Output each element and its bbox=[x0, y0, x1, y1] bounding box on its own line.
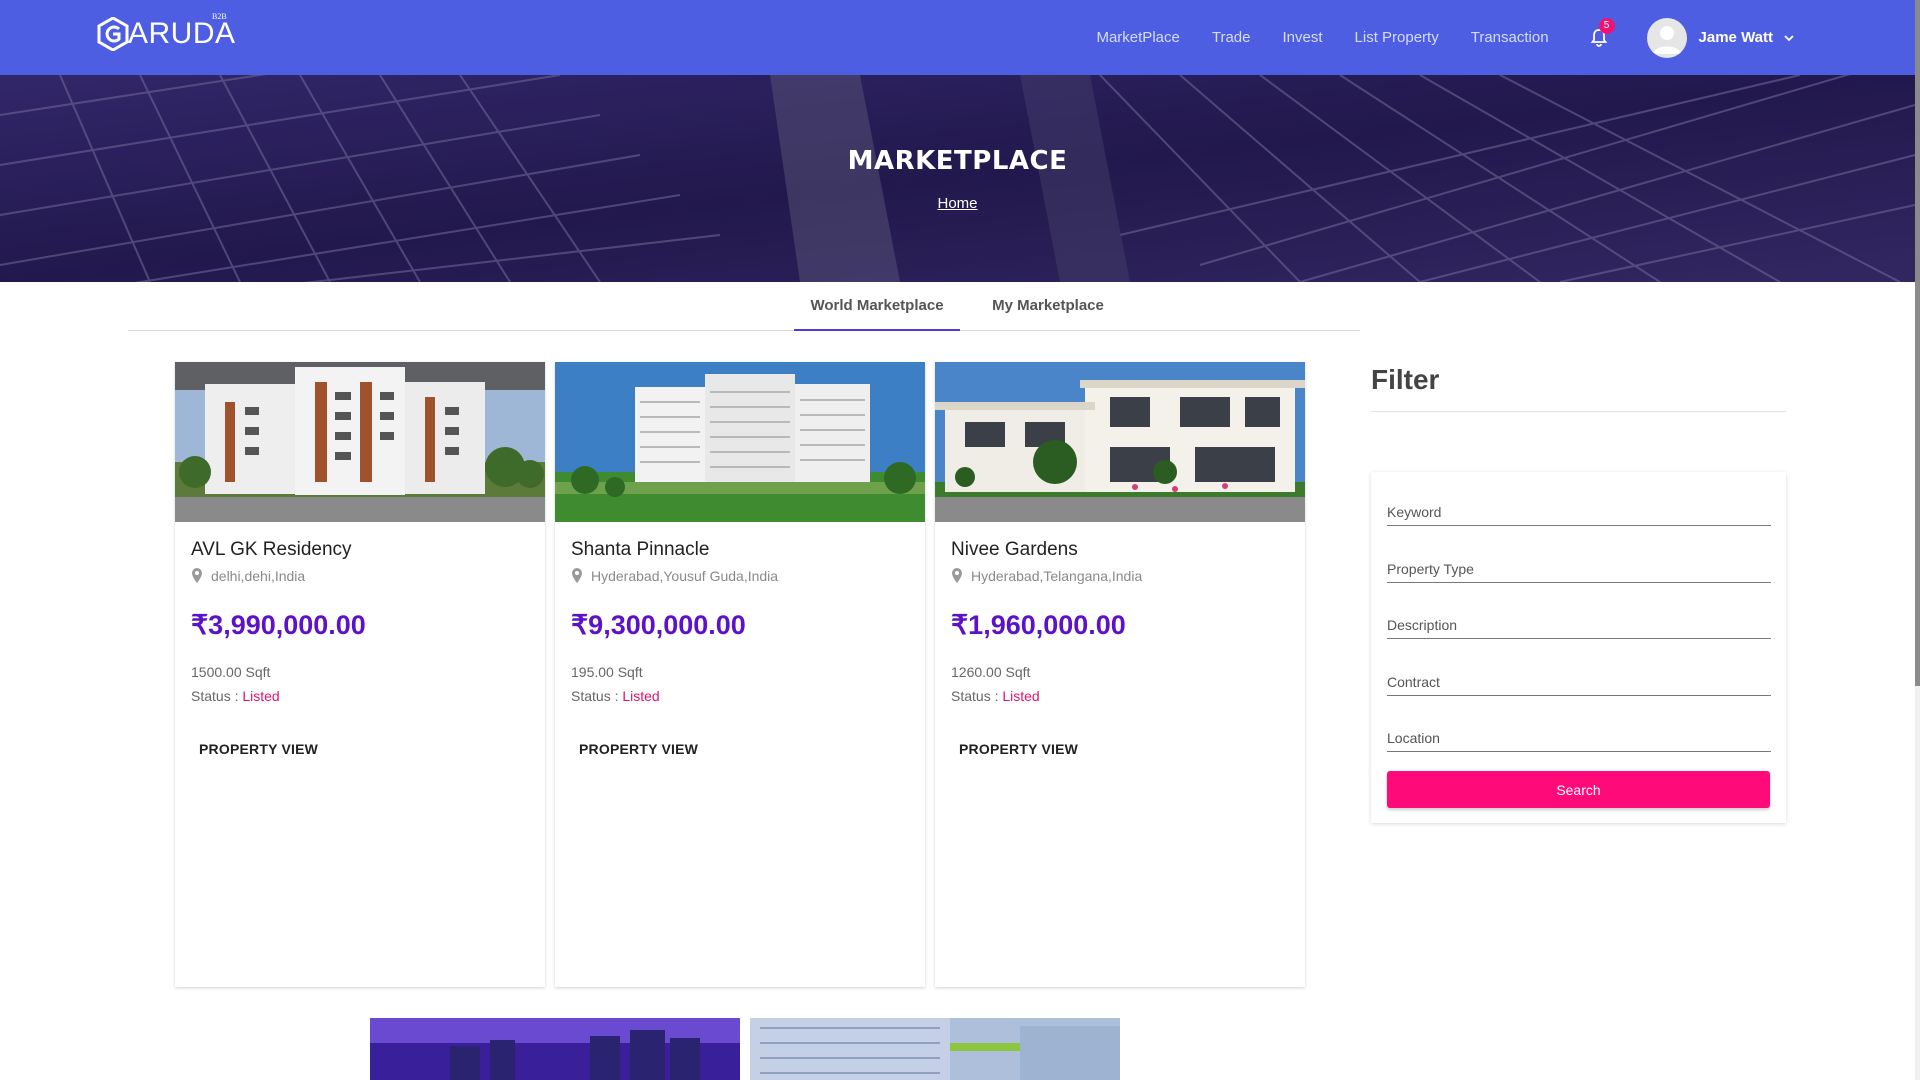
filter-divider bbox=[1371, 411, 1786, 412]
status-badge: Listed bbox=[622, 688, 660, 704]
property-title: AVL GK Residency bbox=[191, 539, 352, 560]
property-price: ₹1,960,000.00 bbox=[951, 610, 1126, 640]
keyword-input[interactable] bbox=[1387, 500, 1771, 524]
logo-g-icon bbox=[97, 17, 129, 51]
tab-world-marketplace[interactable]: World Marketplace bbox=[794, 282, 960, 331]
description-field bbox=[1387, 613, 1771, 639]
property-card: Shanta Pinnacle Hyderabad,Yousuf Guda,In… bbox=[555, 362, 925, 987]
property-image[interactable] bbox=[175, 362, 545, 522]
marketplace-tabs: World Marketplace My Marketplace bbox=[128, 282, 1360, 331]
map-pin-icon bbox=[192, 568, 202, 583]
nav-list-property[interactable]: List Property bbox=[1355, 29, 1439, 46]
breadcrumb-home-link[interactable]: Home bbox=[937, 195, 977, 212]
property-location: Hyderabad,Telangana,India bbox=[951, 567, 1142, 584]
brand-logo[interactable]: ARUDA B2B bbox=[96, 12, 236, 54]
nav-invest[interactable]: Invest bbox=[1282, 29, 1322, 46]
property-location-text: delhi,dehi,India bbox=[211, 567, 306, 584]
top-navbar: ARUDA B2B MarketPlace Trade Invest List … bbox=[0, 0, 1915, 75]
building-image bbox=[555, 362, 925, 522]
status-label: Status : bbox=[191, 688, 243, 704]
property-title: Shanta Pinnacle bbox=[571, 539, 710, 560]
building-image bbox=[370, 1018, 740, 1080]
avatar bbox=[1646, 17, 1687, 58]
map-pin-icon bbox=[952, 568, 962, 583]
status-label: Status : bbox=[571, 688, 623, 704]
chevron-down-icon bbox=[1784, 34, 1794, 41]
scrollbar-thumb[interactable] bbox=[1915, 0, 1920, 686]
user-menu[interactable]: Jame Watt bbox=[1646, 17, 1795, 58]
property-view-button[interactable]: PROPERTY VIEW bbox=[579, 741, 698, 757]
property-location-text: Hyderabad,Telangana,India bbox=[971, 567, 1143, 584]
property-view-button[interactable]: PROPERTY VIEW bbox=[959, 741, 1078, 757]
nav-trade[interactable]: Trade bbox=[1212, 29, 1251, 46]
nav-transaction[interactable]: Transaction bbox=[1471, 29, 1549, 46]
status-label: Status : bbox=[951, 688, 1003, 704]
notification-count-badge: 5 bbox=[1598, 17, 1615, 34]
property-area: 1500.00 Sqft bbox=[191, 664, 271, 680]
contract-field bbox=[1387, 670, 1771, 696]
property-price: ₹3,990,000.00 bbox=[191, 610, 366, 640]
hero-background-image bbox=[0, 75, 1915, 282]
property-area: 195.00 Sqft bbox=[571, 664, 643, 680]
user-avatar-icon bbox=[1652, 25, 1681, 54]
user-name: Jame Watt bbox=[1698, 29, 1773, 46]
property-title: Nivee Gardens bbox=[951, 539, 1078, 560]
contract-input[interactable] bbox=[1387, 670, 1771, 694]
description-input[interactable] bbox=[1387, 613, 1771, 637]
status-badge: Listed bbox=[1002, 688, 1040, 704]
property-status: Status : Listed bbox=[951, 688, 1040, 704]
brand-name: ARUDA bbox=[128, 17, 236, 50]
property-location: delhi,dehi,India bbox=[191, 567, 305, 584]
map-pin-icon bbox=[572, 568, 582, 583]
search-button[interactable]: Search bbox=[1387, 771, 1770, 808]
property-location-text: Hyderabad,Yousuf Guda,India bbox=[591, 567, 779, 584]
tab-my-marketplace[interactable]: My Marketplace bbox=[974, 282, 1122, 331]
hero-banner: MARKETPLACE Home bbox=[0, 75, 1915, 282]
property-location: Hyderabad,Yousuf Guda,India bbox=[571, 567, 778, 584]
notification-bell[interactable]: 5 bbox=[1587, 17, 1615, 50]
building-image bbox=[750, 1018, 1120, 1080]
location-input[interactable] bbox=[1387, 726, 1771, 750]
property-price: ₹9,300,000.00 bbox=[571, 610, 746, 640]
nav-marketplace[interactable]: MarketPlace bbox=[1096, 29, 1179, 46]
building-image bbox=[175, 362, 545, 522]
property-image[interactable] bbox=[370, 1018, 740, 1080]
nav-links: MarketPlace Trade Invest List Property T… bbox=[1096, 0, 1915, 75]
breadcrumb: Home bbox=[0, 195, 1915, 213]
property-card: AVL GK Residency delhi,dehi,India ₹3,990… bbox=[175, 362, 545, 987]
brand-tag: B2B bbox=[212, 12, 227, 21]
property-status: Status : Listed bbox=[571, 688, 660, 704]
status-badge: Listed bbox=[242, 688, 280, 704]
house-image bbox=[935, 362, 1305, 522]
page-title: MARKETPLACE bbox=[847, 146, 1068, 176]
property-view-button[interactable]: PROPERTY VIEW bbox=[199, 741, 318, 757]
filter-title: Filter bbox=[1371, 364, 1440, 395]
property-type-input[interactable] bbox=[1387, 557, 1771, 581]
keyword-field bbox=[1387, 500, 1771, 526]
property-image[interactable] bbox=[935, 362, 1305, 522]
property-area: 1260.00 Sqft bbox=[951, 664, 1031, 680]
property-status: Status : Listed bbox=[191, 688, 280, 704]
filter-panel: Search bbox=[1371, 472, 1786, 823]
property-type-field bbox=[1387, 557, 1771, 583]
location-field bbox=[1387, 726, 1771, 752]
property-card: Nivee Gardens Hyderabad,Telangana,India … bbox=[935, 362, 1305, 987]
property-image[interactable] bbox=[750, 1018, 1120, 1080]
property-image[interactable] bbox=[555, 362, 925, 522]
